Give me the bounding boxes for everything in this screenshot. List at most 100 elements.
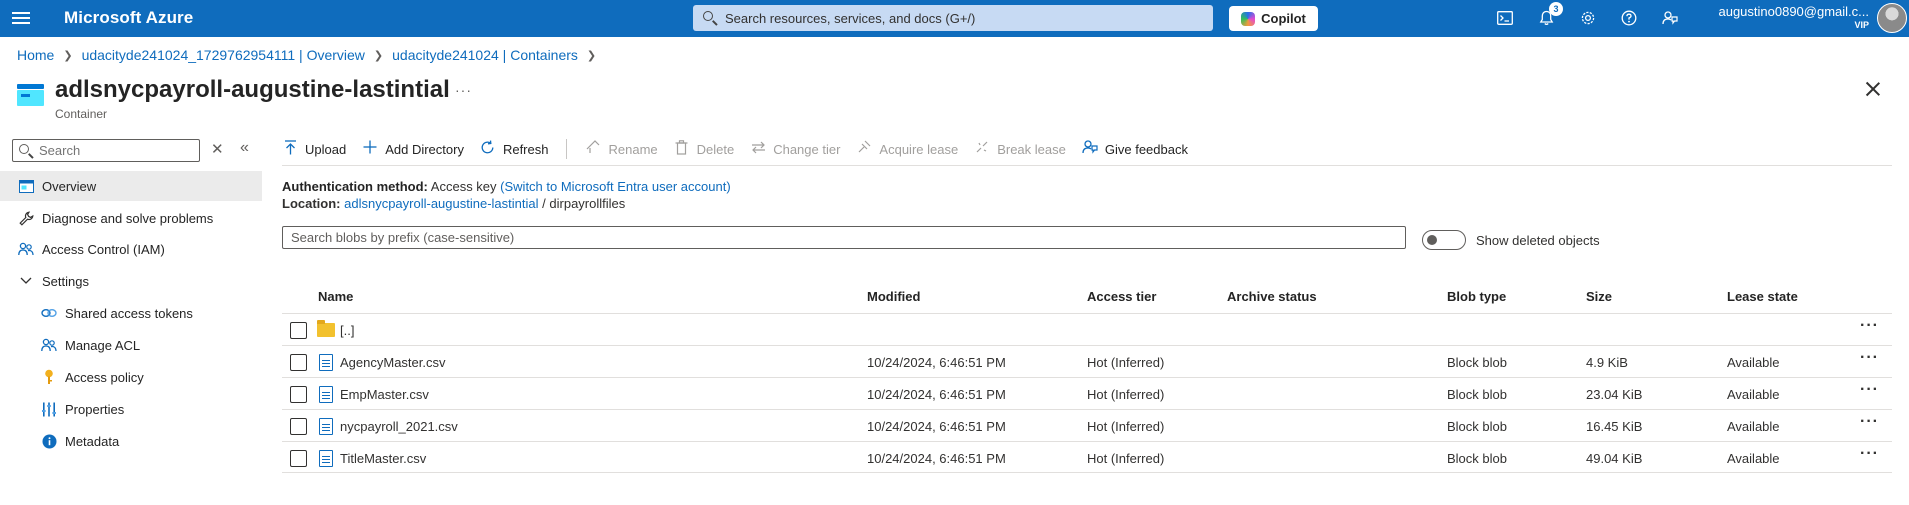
close-icon[interactable]	[1864, 80, 1882, 98]
blob-name[interactable]: EmpMaster.csv	[340, 387, 429, 402]
row-more-icon[interactable]: ···	[1860, 349, 1879, 367]
refresh-label: Refresh	[502, 141, 549, 157]
row-more-icon[interactable]: ···	[1860, 317, 1879, 335]
row-checkbox[interactable]	[290, 386, 307, 403]
sidebar-item-iam[interactable]: Access Control (IAM)	[0, 234, 262, 264]
refresh-icon	[480, 140, 496, 159]
upload-button[interactable]: Upload	[282, 139, 346, 159]
table-row[interactable]: EmpMaster.csv 10/24/2024, 6:46:51 PM Hot…	[282, 377, 1892, 409]
breadcrumb-home[interactable]: Home	[17, 47, 54, 63]
blob-name[interactable]: AgencyMaster.csv	[340, 355, 446, 370]
cloud-shell-icon[interactable]	[1494, 7, 1516, 29]
toolbar-divider-line	[282, 165, 1892, 166]
location-line: Location: adlsnycpayroll-augustine-lasti…	[282, 196, 625, 211]
column-header-archive-status[interactable]: Archive status	[1227, 289, 1317, 304]
auth-value: Access key	[430, 179, 497, 194]
sidebar-item-shared-access-tokens[interactable]: Shared access tokens	[0, 298, 262, 328]
row-checkbox[interactable]	[290, 354, 307, 371]
break-lease-icon	[974, 140, 990, 158]
swap-icon	[750, 141, 766, 158]
delete-button[interactable]: Delete	[674, 139, 734, 159]
sidebar-search-input[interactable]	[39, 143, 189, 158]
clear-search-icon[interactable]: ✕	[211, 140, 224, 158]
global-search-input[interactable]: Search resources, services, and docs (G+…	[693, 5, 1213, 31]
sidebar-item-label: Manage ACL	[65, 337, 141, 353]
break-lease-button[interactable]: Break lease	[974, 140, 1066, 158]
add-directory-button[interactable]: Add Directory	[362, 140, 464, 158]
account-email: augustino0890@gmail.c...	[1718, 4, 1869, 19]
sidebar-item-label: Metadata	[65, 433, 120, 449]
toggle-knob	[1427, 235, 1437, 245]
row-checkbox[interactable]	[290, 450, 307, 467]
chevron-right-icon: ❯	[586, 49, 597, 62]
give-feedback-button[interactable]: Give feedback	[1082, 139, 1188, 159]
blob-size: 23.04 KiB	[1586, 387, 1643, 402]
collapse-sidebar-icon[interactable]: «	[240, 139, 249, 157]
row-checkbox[interactable]	[290, 418, 307, 435]
parent-directory-link[interactable]: [..]	[340, 323, 354, 338]
column-header-size[interactable]: Size	[1586, 289, 1612, 304]
blob-name[interactable]: TitleMaster.csv	[340, 451, 426, 466]
sidebar-item-metadata[interactable]: Metadata	[0, 426, 262, 456]
blob-search-box[interactable]	[282, 226, 1406, 249]
sidebar-item-manage-acl[interactable]: Manage ACL	[0, 330, 262, 360]
table-row[interactable]: TitleMaster.csv 10/24/2024, 6:46:51 PM H…	[282, 441, 1892, 473]
settings-gear-icon[interactable]	[1577, 7, 1599, 29]
acquire-lease-label: Acquire lease	[879, 141, 959, 157]
help-icon[interactable]	[1618, 7, 1640, 29]
blob-lease-state: Available	[1727, 451, 1780, 466]
switch-auth-link[interactable]: (Switch to Microsoft Entra user account)	[500, 179, 730, 194]
lease-icon	[856, 140, 872, 158]
table-row[interactable]: nycpayroll_2021.csv 10/24/2024, 6:46:51 …	[282, 409, 1892, 441]
copilot-button[interactable]: Copilot	[1229, 6, 1318, 31]
avatar[interactable]	[1877, 3, 1907, 33]
refresh-button[interactable]: Refresh	[480, 140, 549, 159]
sidebar-search[interactable]	[12, 139, 200, 162]
breadcrumb-storage-overview[interactable]: udacityde241024_1729762954111 | Overview	[82, 47, 365, 63]
row-checkbox[interactable]	[290, 322, 307, 339]
search-icon	[703, 11, 717, 25]
column-header-blob-type[interactable]: Blob type	[1447, 289, 1506, 304]
breadcrumb-containers[interactable]: udacityde241024 | Containers	[392, 47, 578, 63]
sidebar-item-label: Properties	[65, 401, 125, 417]
acquire-lease-button[interactable]: Acquire lease	[856, 140, 958, 158]
auth-method-line: Authentication method: Access key (Switc…	[282, 179, 731, 194]
table-row-parent[interactable]: [..] ···	[282, 313, 1892, 345]
table-row[interactable]: AgencyMaster.csv 10/24/2024, 6:46:51 PM …	[282, 345, 1892, 377]
feedback-icon	[1082, 139, 1098, 159]
row-more-icon[interactable]: ···	[1860, 413, 1879, 431]
blob-access-tier: Hot (Inferred)	[1087, 355, 1165, 370]
change-tier-button[interactable]: Change tier	[750, 141, 840, 158]
file-icon	[319, 418, 333, 435]
location-container-link[interactable]: adlsnycpayroll-augustine-lastintial	[344, 196, 538, 211]
notifications-bell-icon[interactable]: 3	[1535, 2, 1563, 29]
blob-size: 16.45 KiB	[1586, 419, 1643, 434]
people-icon	[41, 337, 57, 353]
feedback-icon[interactable]	[1659, 7, 1681, 29]
trash-icon	[674, 139, 690, 159]
file-icon	[319, 354, 333, 371]
column-header-modified[interactable]: Modified	[867, 289, 920, 304]
blob-name[interactable]: nycpayroll_2021.csv	[340, 419, 458, 434]
sidebar-item-properties[interactable]: Properties	[0, 394, 262, 424]
breadcrumb: Home ❯ udacityde241024_1729762954111 | O…	[17, 47, 605, 63]
blob-modified: 10/24/2024, 6:46:51 PM	[867, 387, 1006, 402]
row-more-icon[interactable]: ···	[1860, 445, 1879, 463]
brand-title[interactable]: Microsoft Azure	[64, 8, 193, 28]
menu-icon[interactable]	[12, 9, 30, 27]
row-more-icon[interactable]: ···	[1860, 381, 1879, 399]
column-header-lease-state[interactable]: Lease state	[1727, 289, 1798, 304]
blob-access-tier: Hot (Inferred)	[1087, 387, 1165, 402]
rename-button[interactable]: Rename	[585, 140, 658, 158]
show-deleted-toggle[interactable]	[1422, 230, 1466, 250]
column-header-access-tier[interactable]: Access tier	[1087, 289, 1156, 304]
account-menu[interactable]: augustino0890@gmail.c... VIP	[1718, 4, 1869, 30]
more-options-icon[interactable]: ···	[455, 82, 472, 98]
blob-search-input[interactable]	[291, 230, 1397, 245]
rename-label: Rename	[608, 141, 658, 157]
sidebar-item-access-policy[interactable]: Access policy	[0, 362, 262, 392]
sidebar-item-settings[interactable]: Settings	[0, 266, 262, 296]
column-header-name[interactable]: Name	[318, 289, 353, 304]
sidebar-item-overview[interactable]: Overview	[0, 171, 262, 201]
sidebar-item-diagnose[interactable]: Diagnose and solve problems	[0, 203, 262, 233]
